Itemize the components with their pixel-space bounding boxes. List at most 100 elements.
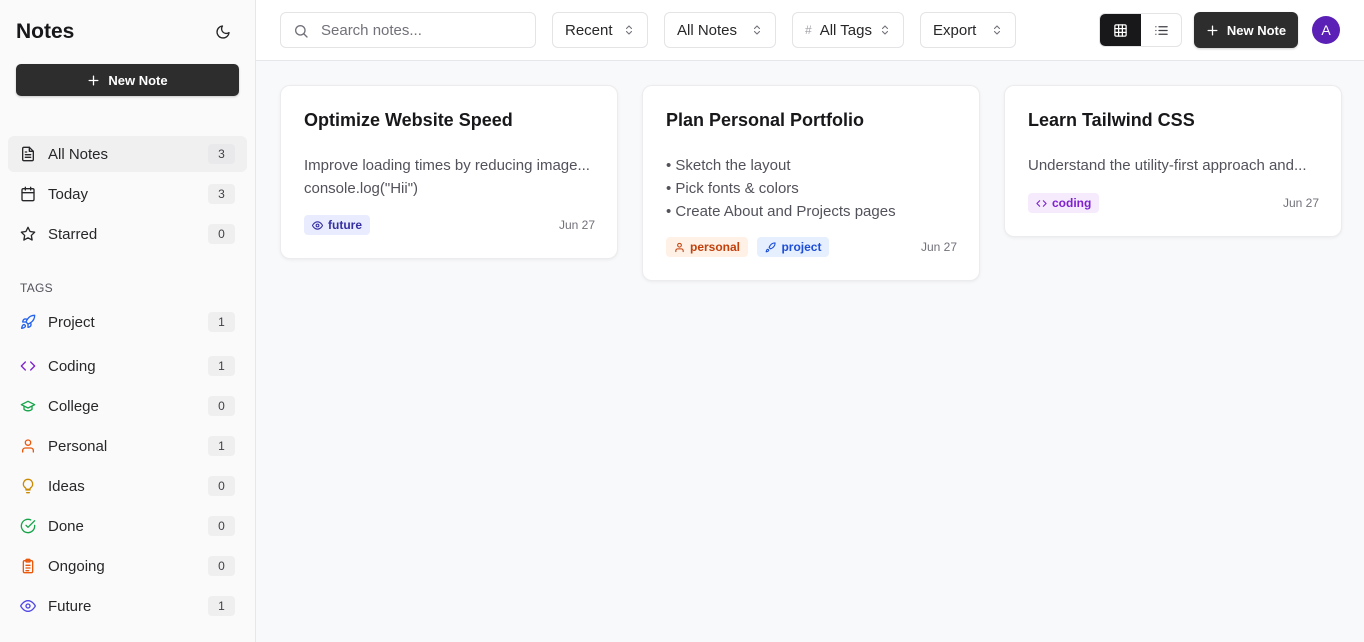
note-title: Optimize Website Speed <box>304 110 513 130</box>
search-box <box>280 12 536 48</box>
nav-label: Today <box>48 185 89 203</box>
note-date: Jun 27 <box>920 240 957 254</box>
sidebar: Notes New Note All Notes 3 Today 3 Starr… <box>0 0 256 642</box>
tag-label: Project <box>48 313 95 331</box>
tag-label: College <box>48 397 99 415</box>
note-date: Jun 27 <box>1282 196 1319 210</box>
nav-label: All Notes <box>48 145 109 163</box>
tag-label: Personal <box>48 437 108 455</box>
sidebar-new-note-button[interactable]: New Note <box>16 64 239 96</box>
grid-view-button[interactable] <box>1100 14 1141 46</box>
view-mode-toggle <box>1099 13 1182 47</box>
toolbar: Recent All Notes # All Tags Export New N… <box>256 0 1364 61</box>
tag-count-badge: 1 <box>208 356 235 376</box>
eye-icon <box>20 600 36 612</box>
sort-select-label: Recent <box>565 21 613 39</box>
toolbar-new-note-button[interactable]: New Note <box>1194 12 1298 48</box>
avatar[interactable]: A <box>1312 16 1340 44</box>
note-preview-line: Understand the utility-first approach an… <box>1028 157 1307 174</box>
note-preview: • Sketch the layout • Pick fonts & color… <box>666 154 958 223</box>
tag-item-ideas[interactable]: Ideas 0 <box>8 468 247 504</box>
tag-item-ongoing[interactable]: Ongoing 0 <box>8 548 247 584</box>
toolbar-new-note-label: New Note <box>1226 22 1287 38</box>
tag-item-project[interactable]: Project 1 <box>8 304 247 340</box>
tag-count-badge: 0 <box>208 396 235 416</box>
search-icon <box>295 25 308 38</box>
hash-icon: # <box>805 23 812 37</box>
list-view-button[interactable] <box>1141 14 1181 46</box>
note-preview: Improve loading times by reducing image.… <box>304 154 596 200</box>
tag-count-badge: 0 <box>208 516 235 536</box>
tag-item-future[interactable]: Future 1 <box>8 588 247 624</box>
plus-icon <box>1207 25 1218 35</box>
note-preview-line: • Create About and Projects pages <box>666 203 896 220</box>
moon-icon <box>216 25 230 39</box>
export-label: Export <box>933 21 977 39</box>
star-icon <box>20 226 36 241</box>
user-icon <box>675 242 684 252</box>
file-text-icon <box>22 146 34 162</box>
export-select[interactable]: Export <box>920 12 1016 48</box>
theme-toggle-button[interactable] <box>212 21 234 43</box>
chevrons-up-down-icon <box>993 25 1001 35</box>
eye-icon <box>312 220 323 230</box>
chevrons-up-down-icon <box>881 25 889 35</box>
tag-label: Ongoing <box>48 557 105 575</box>
nav-label: Starred <box>48 225 98 243</box>
sidebar-new-note-label: New Note <box>108 72 168 88</box>
tag-item-personal[interactable]: Personal 1 <box>8 428 247 464</box>
code-icon <box>1036 199 1047 207</box>
plus-icon <box>88 75 99 85</box>
tag-item-coding[interactable]: Coding 1 <box>8 348 247 384</box>
note-tag-personal[interactable]: personal <box>666 237 749 257</box>
tag-label: Ideas <box>48 477 85 495</box>
tags-section-heading: TAGS <box>20 281 53 295</box>
note-tag-project[interactable]: project <box>757 237 830 257</box>
tag-label: Future <box>48 597 92 615</box>
note-preview: Understand the utility-first approach an… <box>1028 154 1320 177</box>
tag-label: Coding <box>48 357 96 375</box>
note-preview-line: • Pick fonts & colors <box>666 180 799 197</box>
tags-filter-select[interactable]: # All Tags <box>792 12 904 48</box>
clipboard-icon <box>22 558 34 574</box>
tag-count-badge: 0 <box>208 556 235 576</box>
note-footer: coding Jun 27 <box>1028 193 1319 213</box>
note-card[interactable]: Optimize Website Speed Improve loading t… <box>280 85 618 259</box>
tag-count-badge: 1 <box>208 596 235 616</box>
tag-item-done[interactable]: Done 0 <box>8 508 247 544</box>
note-card[interactable]: Plan Personal Portfolio • Sketch the lay… <box>642 85 980 281</box>
nav-item-starred[interactable]: Starred 0 <box>8 216 247 252</box>
note-tag-label: future <box>328 218 362 232</box>
note-tag-coding[interactable]: coding <box>1028 193 1100 213</box>
note-title: Plan Personal Portfolio <box>666 110 865 130</box>
tag-count-badge: 1 <box>208 436 235 456</box>
note-tag-future[interactable]: future <box>304 215 370 235</box>
lightbulb-icon <box>22 478 34 494</box>
nav-item-today[interactable]: Today 3 <box>8 176 247 212</box>
user-icon <box>22 439 34 453</box>
sort-select[interactable]: Recent <box>552 12 648 48</box>
notes-filter-select[interactable]: All Notes <box>664 12 776 48</box>
note-footer: future Jun 27 <box>304 215 595 235</box>
app-title: Notes <box>16 20 75 43</box>
chevrons-up-down-icon <box>625 25 633 35</box>
chevrons-up-down-icon <box>753 25 761 35</box>
nav-count-badge: 3 <box>208 144 235 164</box>
calendar-icon <box>21 186 35 202</box>
check-circle-icon <box>20 518 36 534</box>
nav-item-all-notes[interactable]: All Notes 3 <box>8 136 247 172</box>
nav-count-badge: 0 <box>208 224 235 244</box>
search-input[interactable] <box>321 13 531 47</box>
tag-count-badge: 0 <box>208 476 235 496</box>
tag-count-badge: 1 <box>208 312 235 332</box>
tag-item-college[interactable]: College 0 <box>8 388 247 424</box>
note-tag-label: project <box>781 240 822 254</box>
note-tag-label: personal <box>690 240 741 254</box>
grid-icon <box>1114 23 1127 37</box>
note-preview-line: • Sketch the layout <box>666 157 791 174</box>
notes-filter-label: All Notes <box>677 21 738 39</box>
graduation-cap-icon <box>20 400 36 412</box>
rocket-icon <box>21 314 36 329</box>
tags-filter-label: All Tags <box>819 21 872 39</box>
note-card[interactable]: Learn Tailwind CSS Understand the utilit… <box>1004 85 1342 237</box>
